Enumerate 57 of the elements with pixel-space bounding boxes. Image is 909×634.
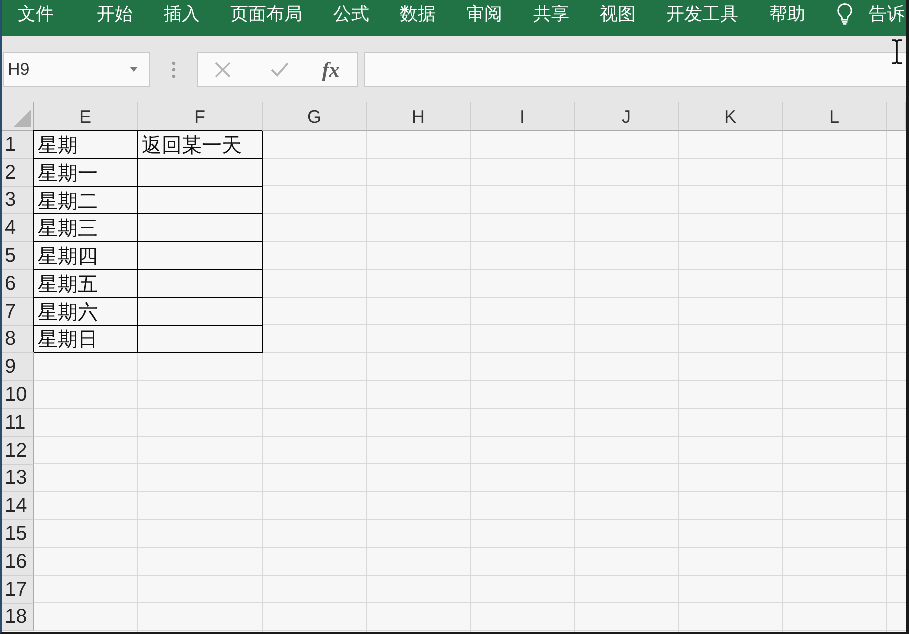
column-header[interactable]: I (471, 102, 575, 131)
menu-tab[interactable]: 共享 (533, 3, 570, 25)
row-header[interactable]: 2 (2, 158, 34, 187)
menu-tab[interactable]: 页面布局 (230, 3, 303, 25)
formula-input[interactable] (364, 52, 906, 87)
vertical-dots-icon (172, 60, 176, 78)
row-header[interactable]: 4 (2, 214, 34, 242)
column-header[interactable] (887, 102, 906, 131)
select-all-button[interactable] (2, 102, 34, 131)
table-cell: 返回某一天 (138, 131, 263, 159)
row-header[interactable]: 5 (2, 242, 34, 270)
column-header[interactable]: F (138, 102, 263, 131)
tell-me-search[interactable]: 告诉 (868, 3, 905, 25)
menu-tab[interactable]: 开始 (97, 3, 134, 25)
row-header[interactable]: 1 (2, 131, 34, 159)
row-header[interactable]: 6 (2, 270, 34, 298)
lightbulb-icon[interactable] (836, 3, 854, 25)
row-header[interactable]: 17 (2, 576, 34, 604)
menu-tab[interactable]: 公式 (333, 3, 370, 25)
column-header[interactable]: H (367, 102, 471, 131)
menu-tab[interactable]: 帮助 (769, 3, 806, 25)
row-header[interactable]: 18 (2, 604, 34, 632)
name-box[interactable]: H9 (3, 52, 150, 87)
column-header[interactable]: E (34, 102, 138, 131)
row-header[interactable]: 10 (2, 381, 34, 409)
text-cursor-icon (891, 39, 903, 65)
insert-function-button[interactable]: fx (316, 56, 346, 82)
column-header[interactable]: K (679, 102, 783, 131)
column-header[interactable]: J (575, 102, 679, 131)
table-cell: 星期三 (34, 214, 138, 242)
row-header[interactable]: 3 (2, 186, 34, 214)
row-header[interactable]: 12 (2, 436, 34, 465)
menu-tab[interactable]: 文件 (18, 3, 54, 25)
table-cell: 星期六 (34, 298, 138, 326)
row-header[interactable]: 15 (2, 520, 34, 548)
table-cell: 星期 (34, 131, 138, 159)
row-header[interactable]: 14 (2, 492, 34, 520)
menu-tab[interactable]: 插入 (164, 3, 200, 25)
row-header[interactable]: 13 (2, 464, 34, 492)
menu-tab[interactable]: 视图 (600, 3, 636, 25)
row-header[interactable]: 8 (2, 326, 34, 354)
row-header[interactable]: 7 (2, 298, 34, 326)
table-cell: 星期一 (34, 158, 138, 187)
row-header[interactable]: 9 (2, 353, 34, 382)
menu-tab[interactable]: 开发工具 (666, 3, 739, 25)
table-cell: 星期二 (34, 186, 138, 214)
column-header[interactable]: L (783, 102, 887, 131)
column-header[interactable]: G (263, 102, 367, 131)
table-cell: 星期日 (34, 326, 138, 354)
menu-tab[interactable]: 数据 (400, 3, 436, 25)
table-cell: 星期四 (34, 242, 138, 270)
table-cell: 星期五 (34, 270, 138, 298)
caret-icon[interactable] (130, 67, 138, 72)
row-header[interactable]: 11 (2, 408, 34, 437)
menu-tab[interactable]: 审阅 (466, 3, 503, 25)
triangle-icon[interactable] (14, 110, 31, 127)
row-header[interactable]: 16 (2, 548, 34, 576)
